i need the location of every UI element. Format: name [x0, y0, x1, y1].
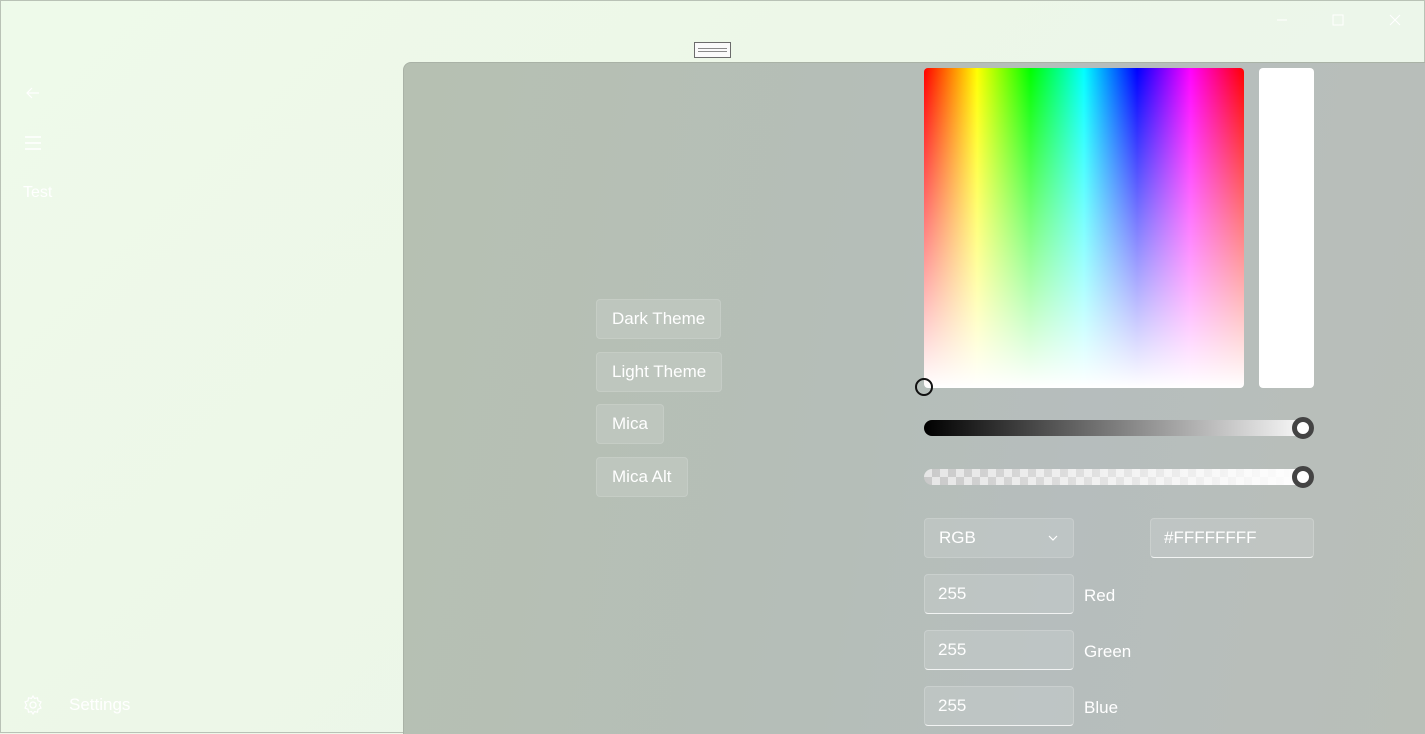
- blue-label: Blue: [1084, 698, 1119, 717]
- mica-alt-button[interactable]: Mica Alt: [596, 457, 688, 497]
- settings-label: Settings: [69, 695, 131, 714]
- light-theme-button[interactable]: Light Theme: [596, 352, 723, 392]
- color-preview: [1259, 68, 1314, 388]
- back-arrow-icon: [26, 87, 39, 99]
- value-slider-thumb[interactable]: [1292, 417, 1314, 439]
- chevron-down-icon: [1048, 535, 1058, 541]
- close-button[interactable]: [1372, 1, 1418, 39]
- mica-button[interactable]: Mica: [596, 404, 664, 444]
- blue-input[interactable]: 255: [924, 686, 1074, 726]
- hamburger-icon: [25, 136, 41, 150]
- red-label: Red: [1084, 586, 1116, 605]
- color-mode-value: RGB: [939, 528, 976, 547]
- nav-item-settings[interactable]: Settings: [19, 691, 130, 719]
- gear-icon: [24, 694, 42, 716]
- red-input[interactable]: 255: [924, 574, 1074, 614]
- maximize-icon: [1332, 14, 1344, 26]
- drag-handle[interactable]: [694, 42, 731, 58]
- close-icon: [1389, 14, 1401, 26]
- maximize-button[interactable]: [1315, 1, 1361, 39]
- color-mode-dropdown[interactable]: RGB: [924, 518, 1074, 558]
- alpha-slider[interactable]: [924, 469, 1314, 485]
- dark-theme-button[interactable]: Dark Theme: [596, 299, 722, 339]
- alpha-slider-thumb[interactable]: [1292, 466, 1314, 488]
- back-button[interactable]: [19, 79, 47, 107]
- minimize-icon: [1277, 19, 1287, 21]
- app-window: Test Settings Dark Theme Light Theme Mic…: [0, 0, 1425, 734]
- green-input[interactable]: 255: [924, 630, 1074, 670]
- value-slider[interactable]: [924, 420, 1314, 436]
- hamburger-menu-button[interactable]: [19, 129, 47, 157]
- green-label: Green: [1084, 642, 1132, 661]
- color-spectrum[interactable]: [924, 68, 1244, 388]
- title-bar[interactable]: [1, 1, 1425, 41]
- color-spectrum-thumb[interactable]: [915, 378, 933, 396]
- nav-item-test[interactable]: Test: [23, 184, 52, 202]
- minimize-button[interactable]: [1259, 1, 1305, 39]
- hex-input[interactable]: #FFFFFFFF: [1150, 518, 1314, 558]
